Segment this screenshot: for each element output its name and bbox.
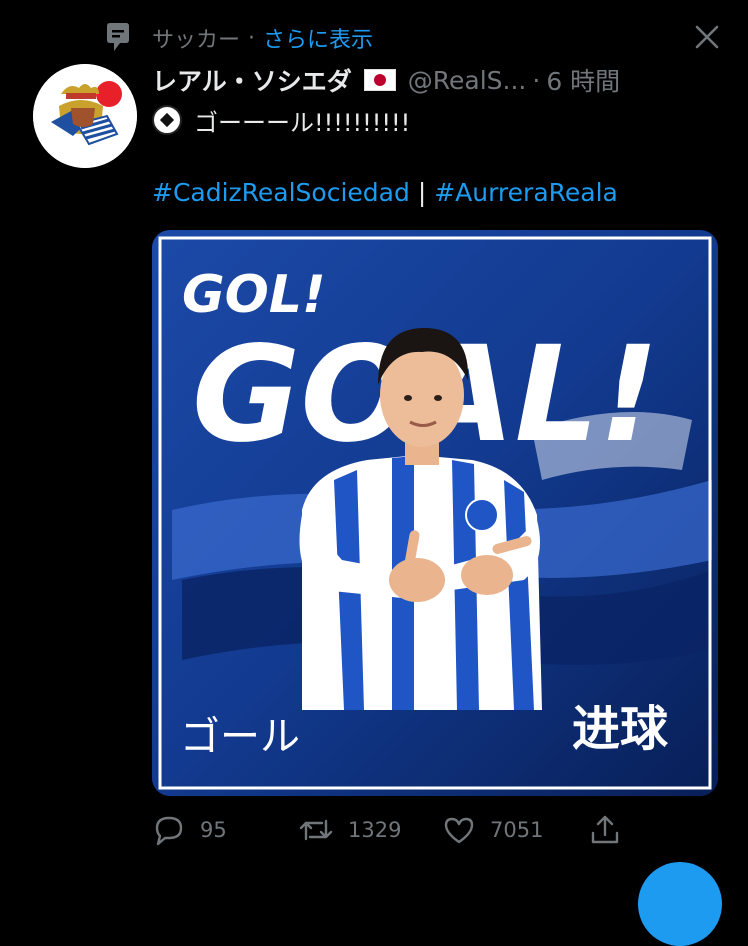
like-count: 7051 bbox=[490, 818, 544, 842]
retweet-icon bbox=[299, 819, 333, 841]
like-button[interactable]: 7051 bbox=[442, 808, 543, 852]
real-sociedad-crest-icon bbox=[33, 64, 137, 168]
headline-small: GOL! bbox=[182, 265, 326, 325]
goal-poster: GOL! GOAL! ゴール 进球 bbox=[152, 230, 718, 796]
topic-separator: · bbox=[248, 25, 256, 51]
caption-left: ゴール bbox=[180, 714, 300, 760]
author-row: レアル・ソシエダ @RealS... · 6 時間 bbox=[152, 60, 620, 100]
tweet-image[interactable]: GOL! GOAL! ゴール 进球 bbox=[152, 230, 718, 796]
tweet-text: ゴーーール!!!!!!!!!! bbox=[194, 108, 411, 137]
japan-flag-icon bbox=[363, 69, 396, 91]
topic-row: サッカー · さらに表示 bbox=[104, 20, 373, 56]
close-icon[interactable] bbox=[692, 22, 722, 52]
hashtag-separator: | bbox=[417, 178, 427, 207]
avatar[interactable] bbox=[33, 64, 137, 168]
caption-right: 进球 bbox=[572, 701, 669, 757]
retweet-count: 1329 bbox=[348, 818, 402, 842]
reply-button[interactable]: 95 bbox=[152, 808, 227, 852]
hashtag-link[interactable]: #CadizRealSociedad bbox=[152, 178, 410, 207]
reply-icon bbox=[155, 816, 183, 846]
show-more-link[interactable]: さらに表示 bbox=[263, 22, 373, 54]
topic-label[interactable]: サッカー bbox=[152, 22, 240, 54]
timestamp[interactable]: 6 時間 bbox=[546, 62, 620, 98]
display-name[interactable]: レアル・ソシエダ bbox=[152, 62, 352, 98]
time-separator: · bbox=[532, 65, 541, 95]
hashtags: #CadizRealSociedad | #AurreraReala bbox=[152, 178, 618, 207]
tweet-text-row: ゴーーール!!!!!!!!!! bbox=[152, 102, 410, 138]
user-handle[interactable]: @RealS... bbox=[408, 66, 527, 95]
share-button[interactable] bbox=[588, 808, 622, 852]
hashtag-link[interactable]: #AurreraReala bbox=[434, 178, 618, 207]
retweet-button[interactable]: 1329 bbox=[298, 808, 401, 852]
topic-tag-icon bbox=[107, 23, 129, 51]
share-icon bbox=[591, 815, 619, 844]
tweet-actions: 95 1329 7051 bbox=[152, 808, 632, 852]
heart-icon bbox=[444, 817, 474, 844]
soccer-ball-icon bbox=[152, 105, 182, 135]
reply-count: 95 bbox=[200, 818, 227, 842]
